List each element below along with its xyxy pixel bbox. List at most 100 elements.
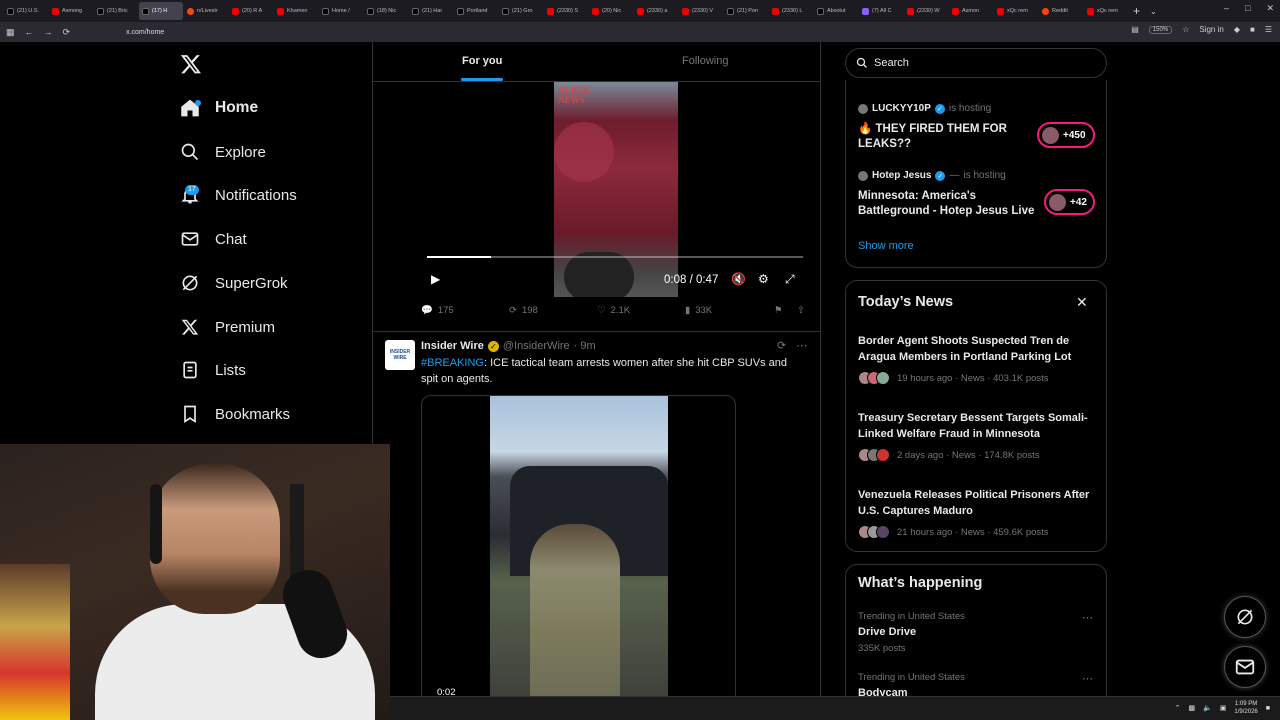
browser-tab[interactable]: (20) Nic [589,2,633,20]
browser-tab[interactable]: Home / [319,2,363,20]
author-handle[interactable]: @InsiderWire [503,340,570,352]
new-tab-icon[interactable]: + [1133,4,1140,18]
system-clock[interactable]: 1:09 PM 1/9/2026 [1234,700,1257,716]
browser-tab[interactable]: (2330) L [769,2,813,20]
reader-view-icon[interactable]: ▤ [1131,25,1139,34]
extension-badge-icon[interactable]: ■ [1250,25,1255,34]
host-name[interactable]: LUCKYY10P [872,103,931,114]
tab-for-you[interactable]: For you [462,55,502,67]
browser-tab[interactable]: n/Livestr [184,2,228,20]
browser-tab[interactable]: (2330) S [544,2,588,20]
browser-tab[interactable]: Khamen [274,2,318,20]
menu-icon[interactable]: ☰ [1265,25,1272,34]
browser-tab[interactable]: (18) Nic [364,2,408,20]
more-options-icon[interactable]: ⋯ [1082,672,1093,685]
nav-home[interactable]: Home [180,93,258,123]
news-item-title[interactable]: Border Agent Shoots Suspected Tren de Ar… [858,334,1103,365]
extensions-icon[interactable]: ◆ [1234,25,1240,34]
video-progress-bar[interactable] [427,256,803,258]
nav-notifications-label: Notifications [215,186,297,204]
host-name[interactable]: Hotep Jesus [872,170,931,181]
settings-gear-icon[interactable]: ⚙ [758,272,769,286]
search-input[interactable]: Search [845,48,1107,78]
browser-tab[interactable]: Asmong [49,2,93,20]
mute-icon[interactable]: 🔇 [731,272,746,286]
repost-button[interactable]: ⟳ 198 [509,305,538,316]
address-bar[interactable]: x.com/home [126,29,164,36]
close-window-icon[interactable]: ✕ [1266,3,1274,14]
nav-notifications[interactable]: 17 Notifications [180,180,297,210]
nav-supergrok[interactable]: SuperGrok [180,268,288,298]
notification-center-icon[interactable]: ■ [1266,705,1270,712]
browser-tab[interactable]: (21) Har [409,2,453,20]
more-options-icon[interactable]: ⋯ [796,339,807,352]
grok-explain-icon[interactable]: ⟳ [777,339,786,352]
share-button[interactable]: ⇧ [797,305,805,316]
maximize-icon[interactable]: □ [1245,3,1250,14]
live-join-pill[interactable]: +42 [1044,189,1095,215]
reload-icon[interactable]: ⟳ [63,27,71,38]
browser-tab[interactable]: (21) Pon [724,2,768,20]
browser-tab[interactable]: (21) Bric [94,2,138,20]
sidebar-toggle-icon[interactable]: ▦ [6,27,15,38]
tray-app-icon[interactable]: ▣ [1220,704,1227,712]
host-row-2: Hotep Jesus ✓ — is hosting [858,170,1006,181]
account-sign-in[interactable]: Sign in [1199,25,1223,34]
close-icon[interactable]: ✕ [1076,294,1088,311]
back-icon[interactable]: ← [25,27,34,37]
show-more-link[interactable]: Show more [858,240,914,252]
browser-tab[interactable]: Asmon [949,2,993,20]
tab-following[interactable]: Following [682,55,728,67]
fullscreen-icon[interactable]: ⤢ [785,272,795,287]
bookmark-star-icon[interactable]: ☆ [1182,25,1189,34]
browser-tab[interactable]: (2330) W [904,2,948,20]
post-video-player[interactable]: ALPHA NEWS ▶ 0:08 / 0:47 🔇 ⚙ ⤢ [421,82,809,297]
live-join-pill[interactable]: +450 [1037,122,1095,148]
live-title[interactable]: Minnesota: America's Battleground - Hote… [858,189,1038,219]
hashtag-link[interactable]: #BREAKING [421,357,484,369]
volume-icon[interactable]: 🔈 [1203,704,1212,712]
search-icon [180,142,200,162]
author-name[interactable]: Insider Wire [421,340,484,352]
network-icon[interactable]: ▩ [1188,704,1195,712]
play-icon[interactable]: ▶ [431,272,440,286]
live-title[interactable]: 🔥 THEY FIRED THEM FOR LEAKS?? [858,122,1038,152]
nav-premium[interactable]: Premium [180,312,275,342]
minimize-icon[interactable]: – [1224,3,1229,14]
nav-explore[interactable]: Explore [180,137,266,167]
messages-float-button[interactable] [1224,646,1266,688]
nav-bookmarks[interactable]: Bookmarks [180,399,290,429]
host-row-1: LUCKYY10P ✓ is hosting [858,103,991,114]
browser-tab[interactable]: (17) H [139,2,183,20]
browser-tab[interactable]: (21) U.S. [4,2,48,20]
browser-tab[interactable]: (7) All C [859,2,903,20]
news-item-title[interactable]: Treasury Secretary Bessent Targets Somal… [858,411,1103,442]
nav-lists[interactable]: Lists [180,355,246,385]
views-button[interactable]: ▮ 33K [685,305,712,316]
browser-tab[interactable]: Portland [454,2,498,20]
tab-list-icon[interactable]: ⌄ [1150,7,1157,16]
trend-name[interactable]: Drive Drive [858,626,916,638]
browser-tab[interactable]: xQc rem [1084,2,1128,20]
grok-float-button[interactable] [1224,596,1266,638]
tray-chevron-icon[interactable]: ⌃ [1175,704,1181,712]
bookmark-button[interactable]: ⚑ [774,305,783,316]
browser-tab[interactable]: (21) Gro [499,2,543,20]
post-video-player-2[interactable]: 0:02 [421,395,736,702]
reply-button[interactable]: 💬 175 [421,305,454,316]
like-button[interactable]: ♡ 2.1K [597,305,630,316]
x-logo-icon[interactable] [180,53,202,75]
post-time[interactable]: · 9m [574,340,596,352]
forward-icon[interactable]: → [44,27,53,37]
browser-tab[interactable]: (20) R A [229,2,273,20]
zoom-indicator[interactable]: 150% [1148,25,1173,34]
nav-chat[interactable]: Chat [180,224,247,254]
more-options-icon[interactable]: ⋯ [1082,611,1093,624]
news-item-title[interactable]: Venezuela Releases Political Prisoners A… [858,488,1103,519]
browser-tab[interactable]: Reddit [1039,2,1083,20]
browser-tab[interactable]: Absolut [814,2,858,20]
insider-wire-avatar[interactable]: INSIDER WIRE [385,340,415,370]
browser-tab[interactable]: (2330) V [679,2,723,20]
browser-tab[interactable]: xQc rem [994,2,1038,20]
browser-tab[interactable]: (2330) a [634,2,678,20]
